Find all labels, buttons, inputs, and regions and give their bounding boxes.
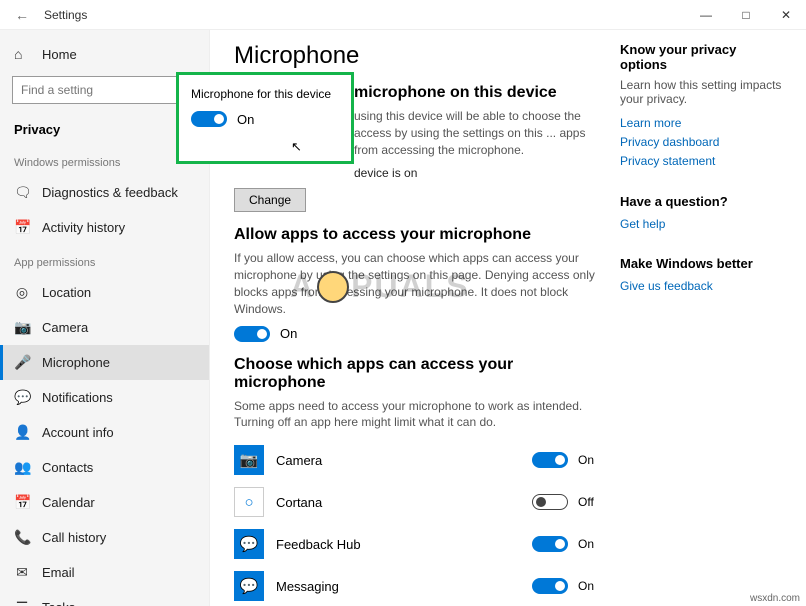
app-toggle-label: On xyxy=(578,579,602,593)
messaging-app-icon: 💬 xyxy=(234,571,264,601)
rr-better-heading: Make Windows better xyxy=(620,256,782,271)
allow-apps-toggle-label: On xyxy=(280,326,297,341)
sidebar-item-label: Camera xyxy=(42,320,88,335)
app-toggle-label: On xyxy=(578,537,602,551)
sidebar-item-label: Account info xyxy=(42,425,114,440)
sidebar-item-activity[interactable]: 📅 Activity history xyxy=(0,210,209,245)
search-input[interactable] xyxy=(12,76,182,104)
window-title: Settings xyxy=(44,8,87,22)
watermark-face-icon xyxy=(317,271,349,303)
sidebar-item-tasks[interactable]: ☰ Tasks xyxy=(0,590,209,606)
contacts-icon: 👥 xyxy=(14,459,30,476)
sidebar-item-diagnostics[interactable]: 🗨 Diagnostics & feedback xyxy=(0,175,209,210)
notifications-icon: 💬 xyxy=(14,389,30,406)
app-name: Feedback Hub xyxy=(276,537,532,552)
link-give-feedback[interactable]: Give us feedback xyxy=(620,277,782,296)
sidebar-item-account[interactable]: 👤 Account info xyxy=(0,415,209,450)
app-name: Messaging xyxy=(276,579,532,594)
sidebar-item-label: Activity history xyxy=(42,220,125,235)
rr-privacy-desc: Learn how this setting impacts your priv… xyxy=(620,78,782,106)
sidebar-item-label: Contacts xyxy=(42,460,93,475)
sidebar-item-label: Tasks xyxy=(42,600,75,606)
feedbackhub-app-icon: 💬 xyxy=(234,529,264,559)
link-learn-more[interactable]: Learn more xyxy=(620,114,782,133)
app-name: Camera xyxy=(276,453,532,468)
cortana-app-icon: ○ xyxy=(234,487,264,517)
history-icon: 📅 xyxy=(14,219,30,236)
popup-title: Microphone for this device xyxy=(191,87,339,101)
sidebar-home[interactable]: ⌂ Home xyxy=(0,38,209,70)
sidebar-item-label: Location xyxy=(42,285,91,300)
sidebar-item-label: Call history xyxy=(42,530,106,545)
watermark-right: PUALS xyxy=(351,268,469,305)
app-row-cortana: ○ Cortana Off xyxy=(234,481,602,523)
sidebar-item-contacts[interactable]: 👥 Contacts xyxy=(0,450,209,485)
window-controls: ― □ ✕ xyxy=(686,0,806,30)
microphone-icon: 🎤 xyxy=(14,354,30,371)
home-icon: ⌂ xyxy=(14,46,30,62)
sidebar-subheading-app-permissions: App permissions xyxy=(0,245,209,275)
camera-app-icon: 📷 xyxy=(234,445,264,475)
minimize-button[interactable]: ― xyxy=(686,0,726,30)
location-icon: ◎ xyxy=(14,284,30,301)
page-title: Microphone xyxy=(234,42,602,70)
app-row-camera: 📷 Camera On xyxy=(234,439,602,481)
popup-toggle-label: On xyxy=(237,112,254,127)
app-row-feedback: 💬 Feedback Hub On xyxy=(234,523,602,565)
section-allow-microphone-device: microphone on this device xyxy=(354,84,602,102)
app-row-messaging: 💬 Messaging On xyxy=(234,565,602,606)
sidebar-item-label: Calendar xyxy=(42,495,95,510)
rr-privacy-heading: Know your privacy options xyxy=(620,42,782,72)
sidebar-home-label: Home xyxy=(42,47,77,62)
sidebar-item-camera[interactable]: 📷 Camera xyxy=(0,310,209,345)
link-get-help[interactable]: Get help xyxy=(620,215,782,234)
sidebar-item-callhistory[interactable]: 📞 Call history xyxy=(0,520,209,555)
feedback-icon: 🗨 xyxy=(14,184,30,201)
camera-icon: 📷 xyxy=(14,319,30,336)
sidebar-item-label: Notifications xyxy=(42,390,113,405)
watermark-left: A xyxy=(290,268,315,305)
account-icon: 👤 xyxy=(14,424,30,441)
app-toggle-cortana[interactable] xyxy=(532,494,568,510)
back-button[interactable]: ← xyxy=(8,1,36,29)
calendar-icon: 📅 xyxy=(14,494,30,511)
app-toggle-label: On xyxy=(578,453,602,467)
call-history-icon: 📞 xyxy=(14,529,30,546)
section3-description: Some apps need to access your microphone… xyxy=(234,398,602,432)
allow-apps-toggle[interactable] xyxy=(234,326,270,342)
app-toggle-feedback[interactable] xyxy=(532,536,568,552)
link-privacy-statement[interactable]: Privacy statement xyxy=(620,152,782,171)
app-toggle-camera[interactable] xyxy=(532,452,568,468)
section-allow-apps-heading: Allow apps to access your microphone xyxy=(234,226,602,244)
popup-toggle[interactable] xyxy=(191,111,227,127)
sidebar-item-location[interactable]: ◎ Location xyxy=(0,275,209,310)
sidebar-item-notifications[interactable]: 💬 Notifications xyxy=(0,380,209,415)
footer-source: wsxdn.com xyxy=(750,593,800,604)
maximize-button[interactable]: □ xyxy=(726,0,766,30)
sidebar-item-label: Email xyxy=(42,565,75,580)
app-toggle-label: Off xyxy=(578,495,602,509)
sidebar-item-email[interactable]: ✉ Email xyxy=(0,555,209,590)
sidebar-item-label: Diagnostics & feedback xyxy=(42,185,178,200)
app-toggle-messaging[interactable] xyxy=(532,578,568,594)
microphone-device-popup: Microphone for this device On ↖ xyxy=(176,72,354,164)
titlebar: ← Settings ― □ ✕ xyxy=(0,0,806,30)
link-privacy-dashboard[interactable]: Privacy dashboard xyxy=(620,133,782,152)
rr-question-heading: Have a question? xyxy=(620,194,782,209)
sidebar-item-label: Microphone xyxy=(42,355,110,370)
section-choose-apps-heading: Choose which apps can access your microp… xyxy=(234,356,602,392)
tasks-icon: ☰ xyxy=(14,599,30,606)
cursor-icon: ↖ xyxy=(291,139,302,155)
watermark: A PUALS xyxy=(290,268,470,305)
section1-status: device is on xyxy=(354,166,602,180)
change-button[interactable]: Change xyxy=(234,188,306,212)
email-icon: ✉ xyxy=(14,564,30,581)
sidebar-item-microphone[interactable]: 🎤 Microphone xyxy=(0,345,209,380)
close-button[interactable]: ✕ xyxy=(766,0,806,30)
right-rail: Know your privacy options Learn how this… xyxy=(602,42,782,606)
section1-description: using this device will be able to choose… xyxy=(354,108,602,158)
app-name: Cortana xyxy=(276,495,532,510)
sidebar-item-calendar[interactable]: 📅 Calendar xyxy=(0,485,209,520)
